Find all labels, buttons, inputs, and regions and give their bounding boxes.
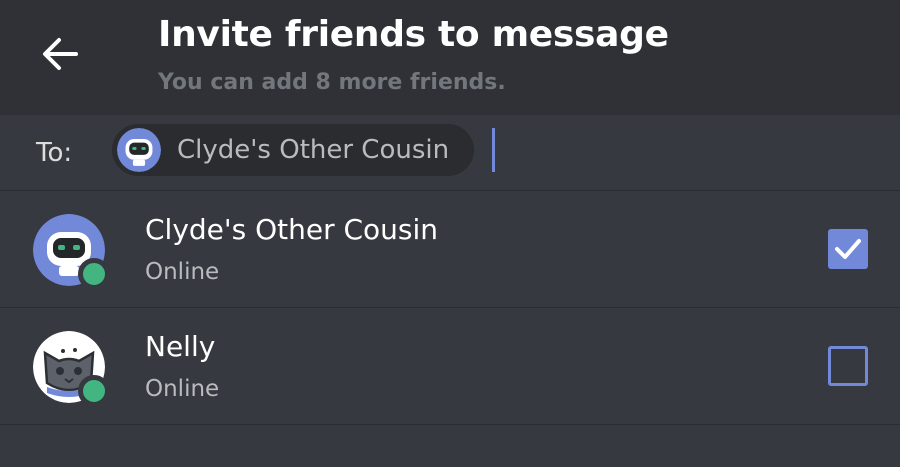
page-title: Invite friends to message — [158, 14, 669, 55]
friend-name: Nelly — [145, 330, 216, 363]
recipient-field[interactable]: To: Clyde's Other Cousin — [0, 115, 900, 191]
recipient-chip-label: Clyde's Other Cousin — [177, 135, 450, 165]
header: Invite friends to message You can add 8 … — [0, 0, 900, 115]
back-button[interactable] — [38, 32, 82, 76]
online-status-icon — [78, 258, 110, 290]
friend-row-clydes-other-cousin[interactable]: Clyde's Other Cousin Online — [0, 191, 900, 308]
arrow-left-icon — [43, 38, 78, 70]
invite-friends-screen: Invite friends to message You can add 8 … — [0, 0, 900, 467]
friend-row-nelly[interactable]: Nelly Online — [0, 308, 900, 425]
to-label: To: — [36, 138, 73, 168]
online-status-icon — [78, 375, 110, 407]
select-checkbox-checked[interactable] — [828, 229, 868, 269]
select-checkbox-unchecked[interactable] — [828, 346, 868, 386]
page-subtitle: You can add 8 more friends. — [158, 70, 506, 95]
robot-avatar-icon — [117, 128, 161, 172]
friend-status: Online — [145, 376, 220, 402]
friend-name: Clyde's Other Cousin — [145, 213, 439, 246]
text-cursor — [492, 128, 495, 172]
recipient-chip[interactable]: Clyde's Other Cousin — [112, 124, 474, 176]
friend-status: Online — [145, 259, 220, 285]
checkmark-icon — [835, 239, 861, 259]
